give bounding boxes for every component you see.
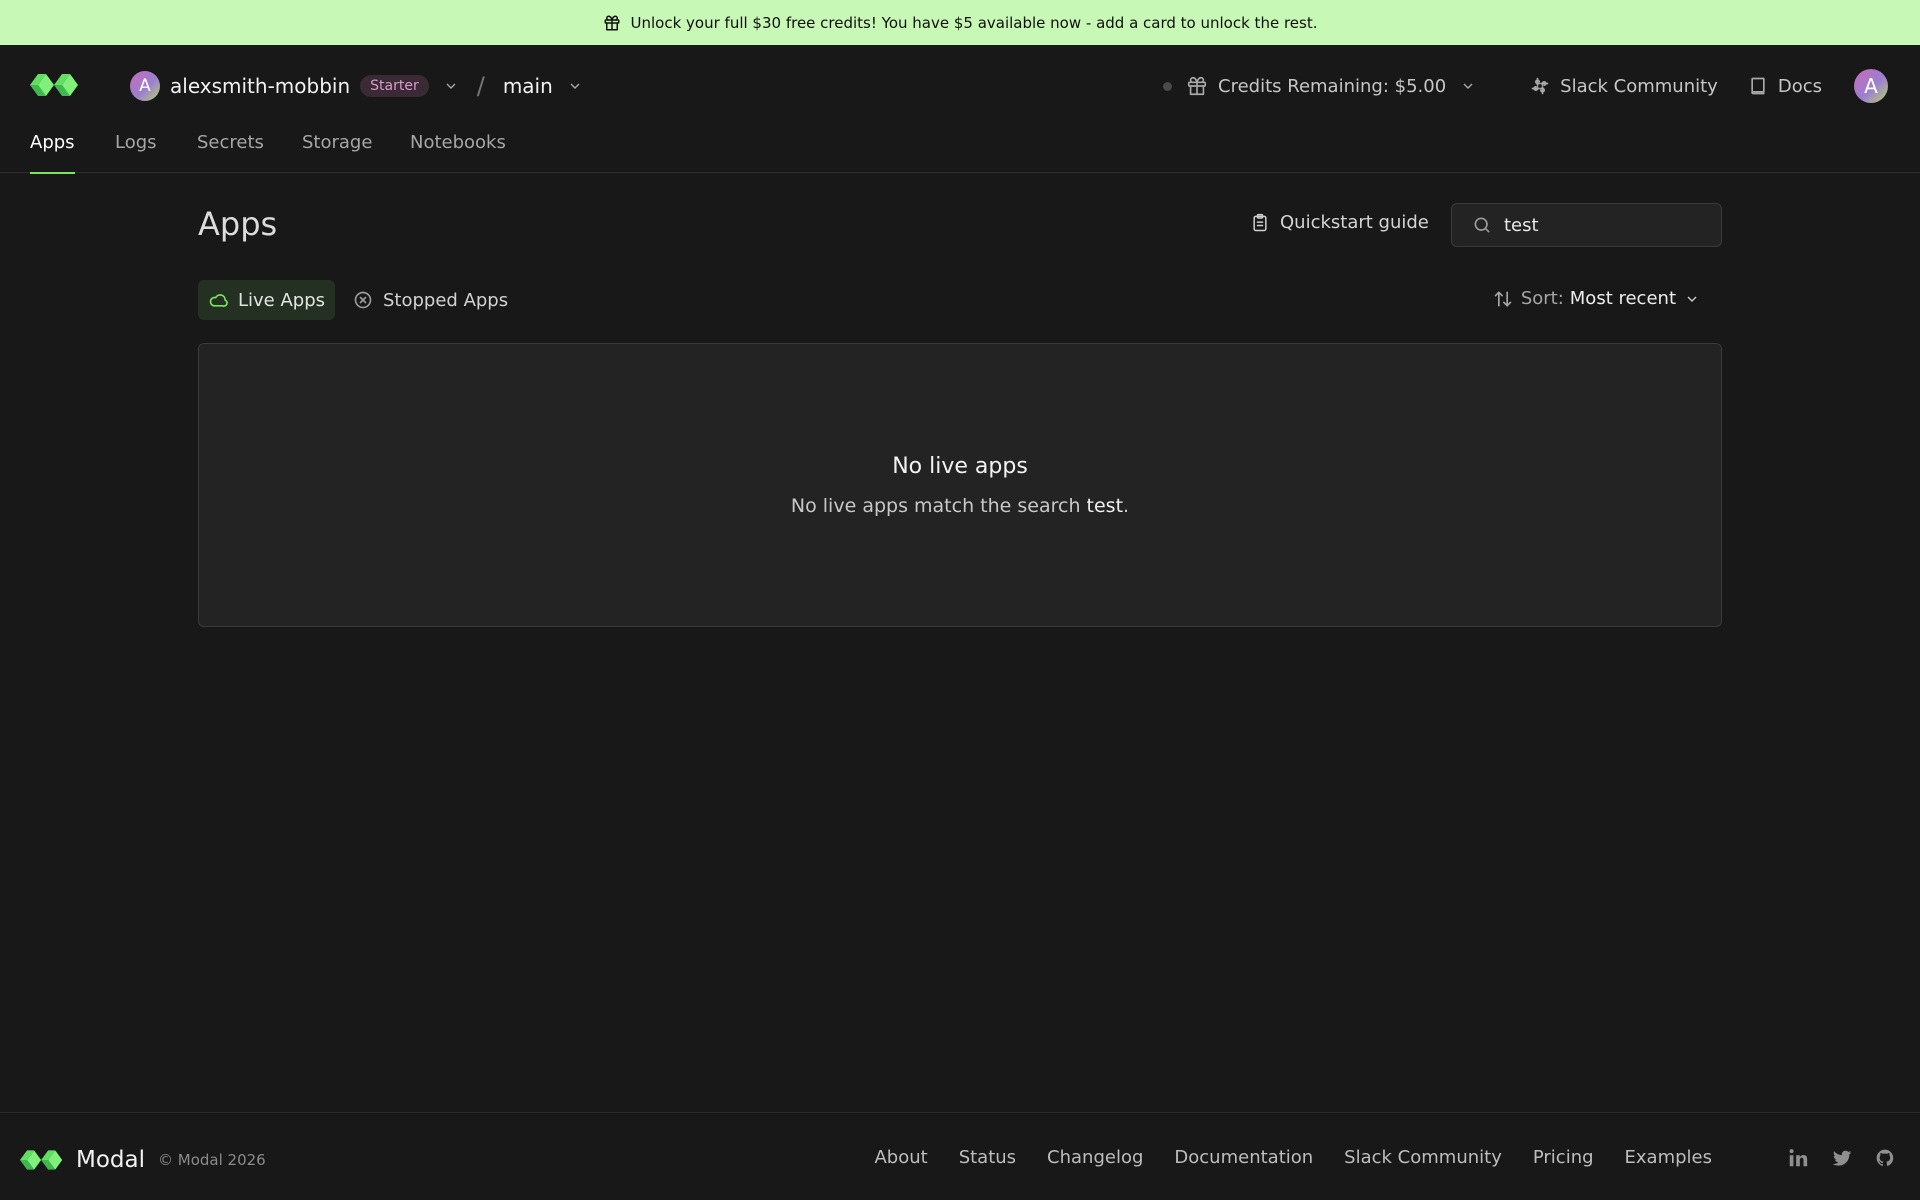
breadcrumb-separator: / [476,72,485,100]
footer-link-status[interactable]: Status [959,1147,1016,1168]
quickstart-guide-button[interactable]: Quickstart guide [1250,212,1429,233]
footer-link-slack-community[interactable]: Slack Community [1344,1147,1502,1168]
linkedin-icon[interactable] [1787,1147,1809,1169]
tab-apps[interactable]: Apps [30,127,75,174]
promo-banner[interactable]: Unlock your full $30 free credits! You h… [0,0,1920,45]
sort-value: Most recent [1569,288,1676,309]
slack-icon [1531,77,1549,95]
gift-icon [603,14,621,32]
user-avatar[interactable]: A [1854,69,1888,103]
footer-brand: Modal [76,1147,145,1173]
docs-label: Docs [1777,75,1822,97]
social-links [1765,1147,1895,1169]
sort-dropdown[interactable]: Sort: Most recent [1493,288,1708,309]
cloud-icon [209,294,228,307]
book-icon [1751,77,1765,95]
slack-community-label: Slack Community [1560,75,1718,97]
credits-label: Credits Remaining: $5.00 [1218,75,1447,97]
chevron-down-icon[interactable] [443,78,459,94]
workspace-name: alexsmith-mobbin [170,74,351,98]
page-title: Apps [198,205,278,243]
workspace-avatar: A [130,71,160,101]
chevron-down-icon[interactable] [1460,78,1486,94]
x-circle-icon [354,291,372,309]
quickstart-label: Quickstart guide [1280,212,1429,233]
footer-logo[interactable]: Modal [20,1147,145,1173]
empty-state-prefix: No live apps match the search [790,494,1081,517]
plan-badge: Starter [360,75,429,97]
live-apps-filter[interactable]: Live Apps [198,280,336,320]
header-right-nav: Credits Remaining: $5.00 Slack Community… [1163,69,1888,103]
empty-state-query: test [1086,494,1124,517]
tab-secrets[interactable]: Secrets [197,127,264,173]
copyright: © Modal 2026 [158,1151,266,1169]
footer-link-changelog[interactable]: Changelog [1047,1147,1143,1168]
environment-name[interactable]: main [503,74,553,98]
main-tabs: Apps Logs Secrets Storage Notebooks [0,127,1920,174]
footer: Modal © Modal 2026 About Status Changelo… [0,1112,1920,1200]
empty-state-title: No live apps [892,453,1028,479]
modal-logo[interactable] [30,72,80,98]
tab-notebooks[interactable]: Notebooks [410,127,506,173]
footer-link-examples[interactable]: Examples [1625,1147,1712,1168]
empty-state-suffix: . [1123,494,1130,517]
github-icon[interactable] [1875,1147,1895,1169]
search-box[interactable] [1451,203,1722,247]
top-bar: A alexsmith-mobbin Starter / main Credit… [0,45,1920,127]
workspace-switcher[interactable]: A alexsmith-mobbin Starter / main [130,71,583,101]
stopped-apps-filter[interactable]: Stopped Apps [343,280,518,320]
tab-storage[interactable]: Storage [302,127,372,173]
live-apps-label: Live Apps [238,289,326,311]
tab-logs[interactable]: Logs [115,127,157,173]
chevron-down-icon[interactable] [567,78,583,94]
footer-links: About Status Changelog Documentation Sla… [843,1147,1712,1168]
gift-icon [1187,76,1207,96]
twitter-icon[interactable] [1831,1147,1853,1169]
search-input[interactable] [1504,214,1704,236]
sort-label: Sort: [1520,288,1564,309]
chevron-down-icon [1684,291,1708,307]
footer-link-pricing[interactable]: Pricing [1533,1147,1594,1168]
clipboard-icon [1253,213,1267,231]
slack-community-link[interactable]: Slack Community [1530,76,1718,97]
status-dot [1163,81,1173,91]
empty-state-message: No live apps match the search test. [791,495,1129,517]
sort-arrows-icon [1494,291,1512,306]
modal-logo-icon [20,1150,63,1170]
banner-text: Unlock your full $30 free credits! You h… [630,13,1318,32]
search-icon [1474,217,1490,233]
credits-dropdown[interactable]: Credits Remaining: $5.00 [1186,75,1486,97]
docs-link[interactable]: Docs [1748,76,1822,97]
footer-link-about[interactable]: About [874,1147,927,1168]
stopped-apps-label: Stopped Apps [383,289,509,311]
empty-state-panel: No live apps No live apps match the sear… [198,343,1722,627]
footer-link-documentation[interactable]: Documentation [1174,1147,1313,1168]
